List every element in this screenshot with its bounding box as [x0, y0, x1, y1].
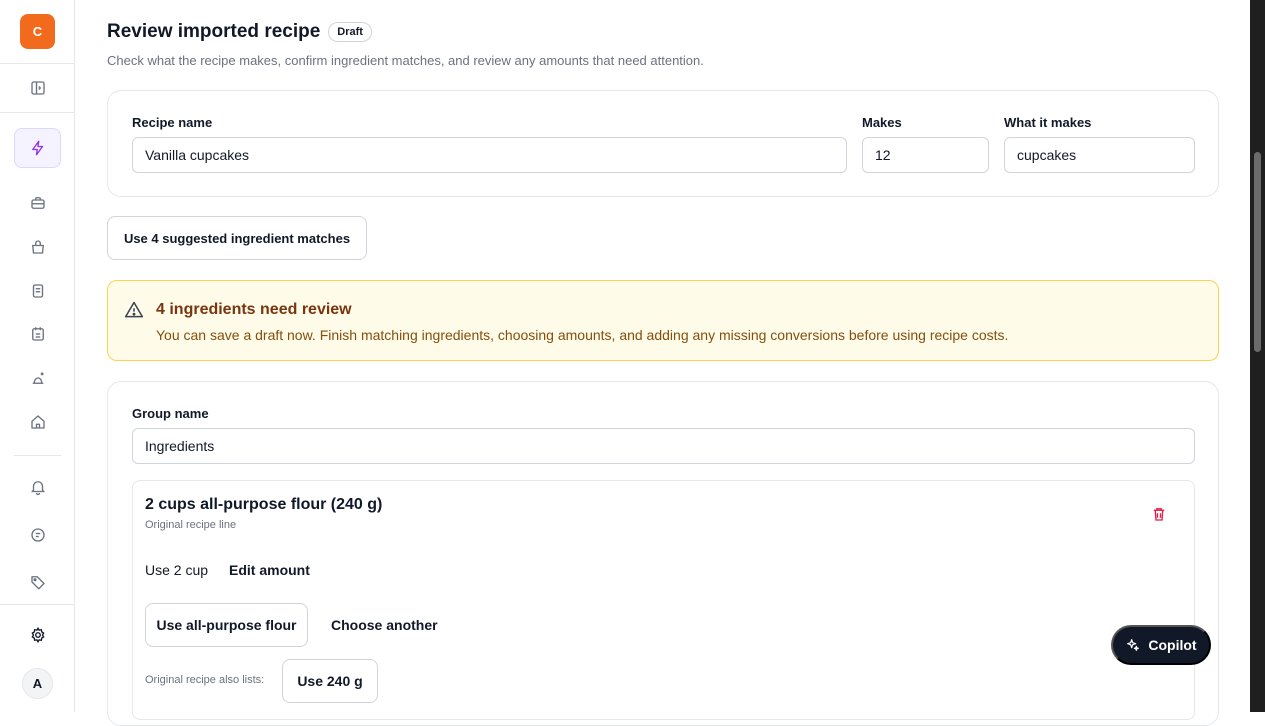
page-title: Review imported recipe [107, 21, 321, 42]
sidebar-toggle-icon[interactable] [24, 74, 52, 102]
chef-icon[interactable] [24, 364, 52, 392]
alert-title: 4 ingredients need review [156, 301, 352, 318]
sidebar-divider [14, 455, 61, 456]
app-logo[interactable]: C [20, 14, 55, 49]
edit-amount-button[interactable]: Edit amount [229, 562, 310, 578]
delete-icon[interactable] [1150, 505, 1168, 523]
scrollbar-track[interactable] [1250, 0, 1265, 712]
warning-icon [124, 300, 144, 320]
receipt-icon[interactable] [24, 277, 52, 305]
recipe-name-label: Recipe name [132, 115, 213, 130]
home-icon[interactable] [24, 408, 52, 436]
title-row: Review imported recipe Draft [107, 21, 372, 43]
ingredient-line: 2 cups all-purpose flour (240 g) [145, 496, 383, 513]
use-suggested-matches-button[interactable]: Use 4 suggested ingredient matches [107, 216, 367, 260]
bolt-icon[interactable] [14, 128, 61, 168]
also-lists-label: Original recipe also lists: [145, 674, 265, 686]
ingredient-group-card: Group name Ingredients 2 cups all-purpos… [107, 381, 1219, 726]
choose-another-button[interactable]: Choose another [331, 617, 438, 633]
group-name-label: Group name [132, 406, 209, 421]
status-badge: Draft [328, 22, 372, 42]
sidebar-divider [0, 63, 75, 64]
scrollbar-thumb[interactable] [1254, 152, 1261, 352]
use-match-button[interactable]: Use all-purpose flour [145, 603, 308, 647]
bell-icon[interactable] [24, 473, 52, 501]
copilot-label: Copilot [1148, 637, 1197, 653]
sidebar-divider [0, 604, 75, 605]
recipe-name-input[interactable]: Vanilla cupcakes [132, 137, 847, 173]
sidebar-divider [0, 112, 75, 113]
sparkle-icon [1125, 637, 1141, 653]
avatar[interactable]: A [22, 668, 53, 699]
what-it-makes-input[interactable]: cupcakes [1004, 137, 1195, 173]
use-alt-amount-button[interactable]: Use 240 g [282, 659, 378, 703]
copilot-button[interactable]: Copilot [1111, 625, 1211, 665]
briefcase-icon[interactable] [24, 189, 52, 217]
tag-icon[interactable] [24, 568, 52, 596]
ingredient-row: 2 cups all-purpose flour (240 g) Origina… [132, 480, 1195, 720]
group-name-input[interactable]: Ingredients [132, 428, 1195, 464]
alert-body: You can save a draft now. Finish matchin… [156, 327, 1009, 343]
ingredient-line-caption: Original recipe line [145, 519, 237, 531]
recipe-details-card: Recipe name Vanilla cupcakes Makes 12 Wh… [107, 90, 1219, 197]
gear-icon[interactable] [24, 621, 52, 649]
makes-label: Makes [862, 115, 902, 130]
review-alert: 4 ingredients need review You can save a… [107, 280, 1219, 361]
sidebar: C A [0, 0, 75, 712]
chat-icon[interactable] [24, 521, 52, 549]
makes-input[interactable]: 12 [862, 137, 989, 173]
page-subtitle: Check what the recipe makes, confirm ing… [107, 53, 704, 68]
calendar-list-icon[interactable] [24, 320, 52, 348]
amount-text: Use 2 cup [145, 562, 209, 578]
what-it-makes-label: What it makes [1004, 115, 1092, 130]
shopping-bag-icon[interactable] [24, 233, 52, 261]
